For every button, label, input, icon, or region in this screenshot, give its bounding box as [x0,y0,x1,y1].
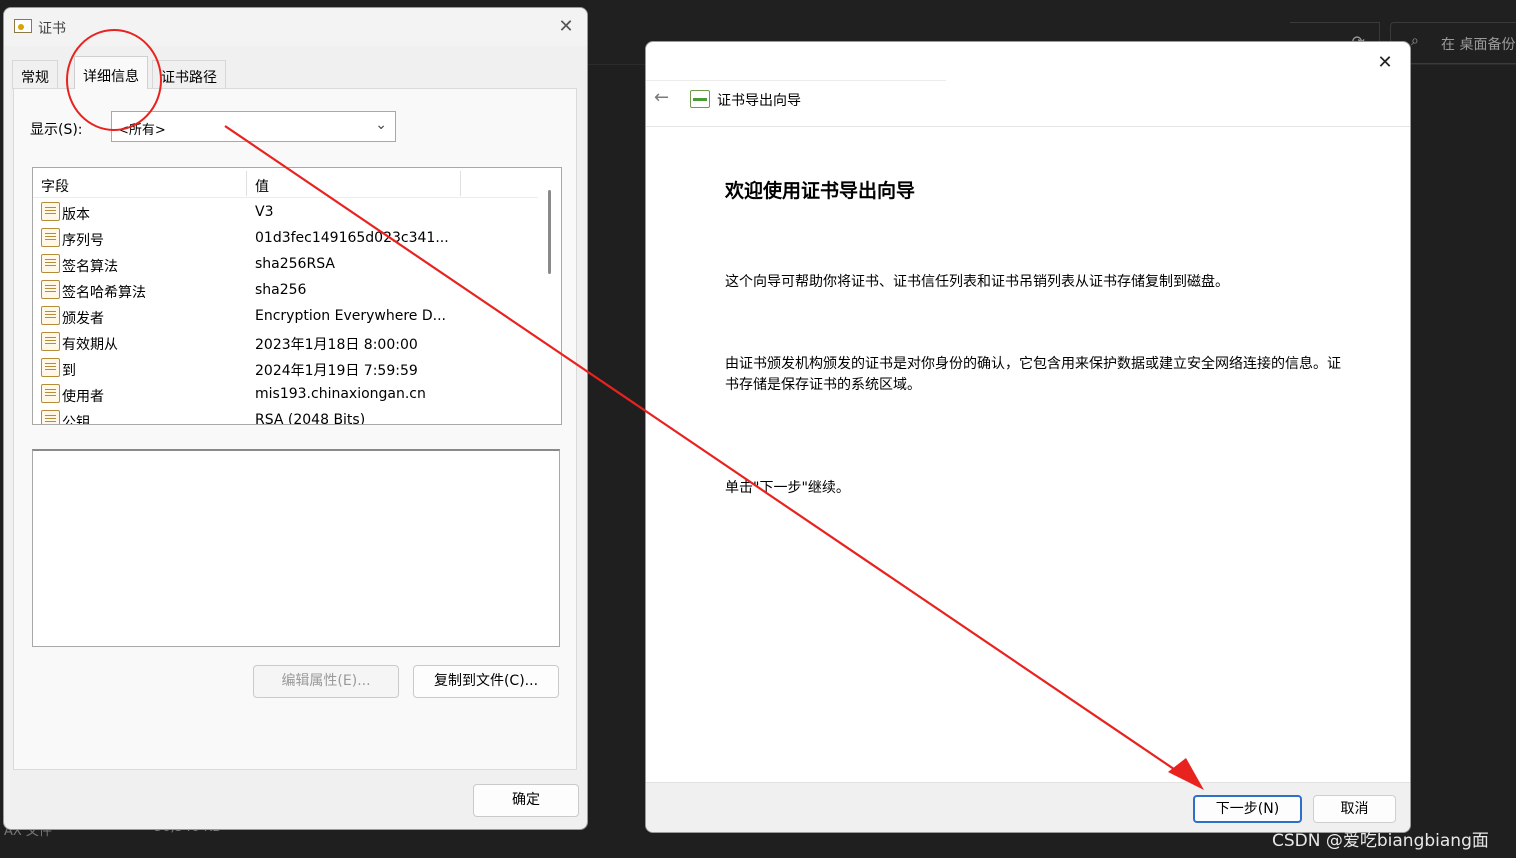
scrollbar-thumb[interactable] [548,190,551,274]
field-value: RSA (2048 Bits) [255,412,366,425]
header-divider[interactable] [246,171,247,196]
field-icon [41,280,60,299]
table-row[interactable]: 版本 V3 [33,199,538,225]
cancel-button[interactable]: 取消 [1313,795,1396,823]
field-value: 01d3fec149165d023c341... [255,230,449,246]
certificate-icon [14,19,32,33]
field-name: 签名算法 [62,259,118,275]
field-name: 版本 [62,207,90,223]
field-name: 到 [62,363,76,379]
field-icon [41,202,60,221]
table-row[interactable]: 公钥 RSA (2048 Bits) [33,407,538,425]
field-icon [41,358,60,377]
field-name: 颁发者 [62,311,104,327]
field-value: Encryption Everywhere D... [255,308,446,324]
wizard-heading: 欢迎使用证书导出向导 [725,180,916,202]
list-scrollbar[interactable] [539,168,561,424]
field-icon [41,254,60,273]
chevron-down-icon: ⌄ [375,117,387,133]
divider [646,126,1410,127]
field-icon [41,384,60,403]
certificate-titlebar: 证书 ✕ [4,8,587,46]
field-value: V3 [255,204,274,220]
field-icon [41,306,60,325]
table-row[interactable]: 颁发者 Encryption Everywhere D... [33,303,538,329]
copy-to-file-button[interactable]: 复制到文件(C)... [413,665,559,698]
field-name: 有效期从 [62,337,118,353]
edit-properties-button[interactable]: 编辑属性(E)... [253,665,399,698]
back-arrow-icon[interactable]: ← [654,87,669,108]
details-pane: 显示(S): <所有> ⌄ 字段 值 版本 V3 序列号 01d3fec1491… [13,88,577,770]
tab-cert-path[interactable]: 证书路径 [152,60,226,89]
table-row[interactable]: 到 2024年1月19日 7:59:59 [33,355,538,381]
wizard-description: 这个向导可帮助你将证书、证书信任列表和证书吊销列表从证书存储复制到磁盘。 [725,274,1229,290]
table-row[interactable]: 签名算法 sha256RSA [33,251,538,277]
field-detail-box[interactable] [32,449,560,647]
certificate-export-icon [690,90,710,108]
field-value: 2023年1月18日 8:00:00 [255,337,418,353]
show-dropdown-value: <所有> [118,123,166,138]
field-name: 使用者 [62,389,104,405]
tab-details[interactable]: 详细信息 [74,56,148,89]
field-icon [41,332,60,351]
certificate-dialog: 证书 ✕ 常规 详细信息 证书路径 显示(S): <所有> ⌄ 字段 值 版本 … [3,7,588,830]
table-row[interactable]: 序列号 01d3fec149165d023c341... [33,225,538,251]
field-name: 公钥 [62,415,90,425]
show-label: 显示(S): [30,122,83,138]
table-row[interactable]: 签名哈希算法 sha256 [33,277,538,303]
wizard-title: 证书导出向导 [717,93,801,109]
field-name: 序列号 [62,233,104,249]
search-placeholder: 在 桌面备份 [1441,37,1516,53]
field-value: sha256 [255,282,307,298]
header-field[interactable]: 字段 [41,176,69,196]
wizard-description: 由证书颁发机构颁发的证书是对你身份的确认，它包含用来保护数据或建立安全网络连接的… [725,356,1341,393]
list-header: 字段 值 [33,168,538,198]
header-divider[interactable] [460,171,461,196]
next-button[interactable]: 下一步(N) [1193,795,1302,823]
field-value: 2024年1月19日 7:59:59 [255,363,418,379]
table-row[interactable]: 使用者 mis193.chinaxiongan.cn [33,381,538,407]
field-icon [41,410,60,424]
wizard-instruction: 单击"下一步"继续。 [725,480,850,496]
tab-general[interactable]: 常规 [12,60,58,89]
watermark: CSDN @爱吃biangbiang面 [1272,831,1489,851]
table-row[interactable]: 有效期从 2023年1月18日 8:00:00 [33,329,538,355]
close-icon[interactable]: ✕ [551,12,581,42]
header-value[interactable]: 值 [255,176,269,196]
field-value: sha256RSA [255,256,335,272]
show-dropdown[interactable]: <所有> ⌄ [111,111,396,142]
divider [646,80,946,81]
close-icon[interactable]: ✕ [1370,48,1400,78]
field-value: mis193.chinaxiongan.cn [255,386,426,402]
export-wizard-dialog: ✕ ← 证书导出向导 欢迎使用证书导出向导 这个向导可帮助你将证书、证书信任列表… [645,41,1411,833]
search-icon: ⌕ [1411,33,1419,49]
certificate-title: 证书 [38,21,66,37]
field-name: 签名哈希算法 [62,285,146,301]
ok-button[interactable]: 确定 [473,784,579,817]
fields-list[interactable]: 字段 值 版本 V3 序列号 01d3fec149165d023c341... … [32,167,562,425]
field-icon [41,228,60,247]
